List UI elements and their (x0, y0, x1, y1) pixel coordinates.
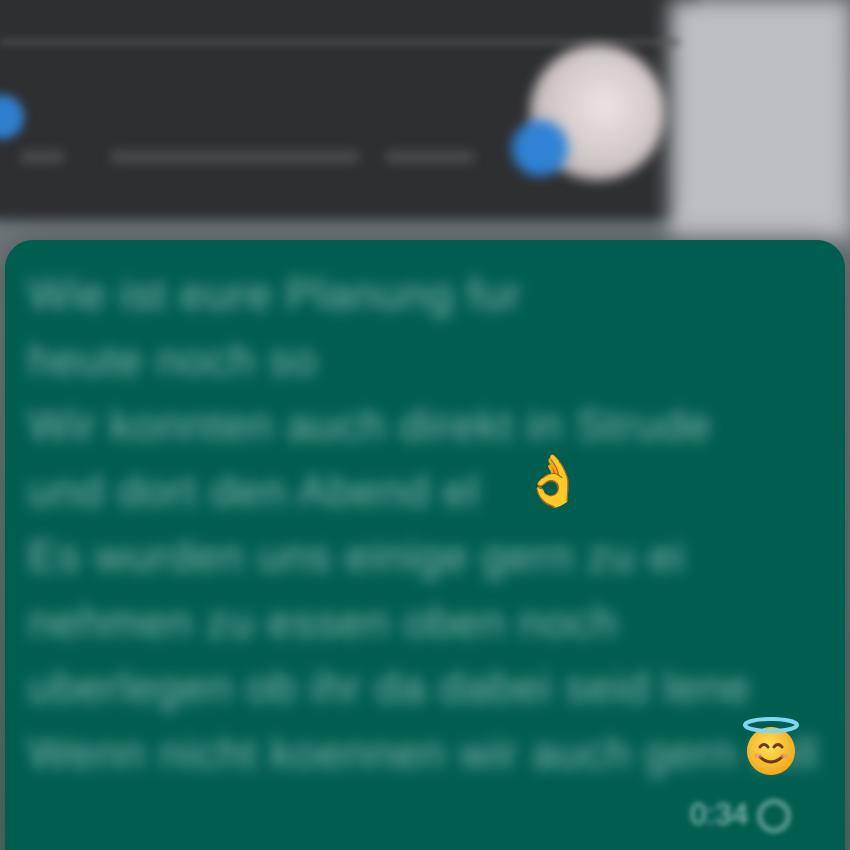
message-line: uberlegen ob ihr da dabei seid lene (28, 663, 751, 712)
message-line: Wie ist eure Planung fur (28, 270, 522, 319)
message-time: 0:34 (690, 798, 749, 831)
message-timestamp: 0:34 (690, 798, 791, 833)
message-text: Wie ist eure Planung fur heute noch so W… (28, 262, 818, 786)
clock-icon (758, 800, 791, 833)
message-line: nehmen zu essen oben noch (28, 597, 619, 647)
avatar-badge-icon (512, 120, 568, 176)
header-divider (0, 40, 680, 44)
message-line: Wenn nicht koennen wir auch gern still (28, 728, 819, 778)
blurred-label-middle (110, 150, 360, 164)
ok-hand-emoji-icon: 👌 (522, 452, 585, 510)
smiling-face-with-halo-emoji-icon (740, 716, 802, 778)
chat-screen: Wie ist eure Planung fur heute noch so W… (0, 0, 850, 850)
message-line: und dort den Abend el (28, 466, 480, 516)
message-line: Es wurden uns einige gern zu ei (28, 532, 686, 581)
halo-face-icon-svg (743, 717, 799, 775)
message-line: heute noch so (28, 335, 318, 385)
blurred-label-right (385, 150, 475, 164)
blurred-label-left (20, 150, 65, 164)
blurred-background-right (670, 0, 850, 240)
message-line: Wir konnten auch direkt in Strude (28, 401, 712, 450)
